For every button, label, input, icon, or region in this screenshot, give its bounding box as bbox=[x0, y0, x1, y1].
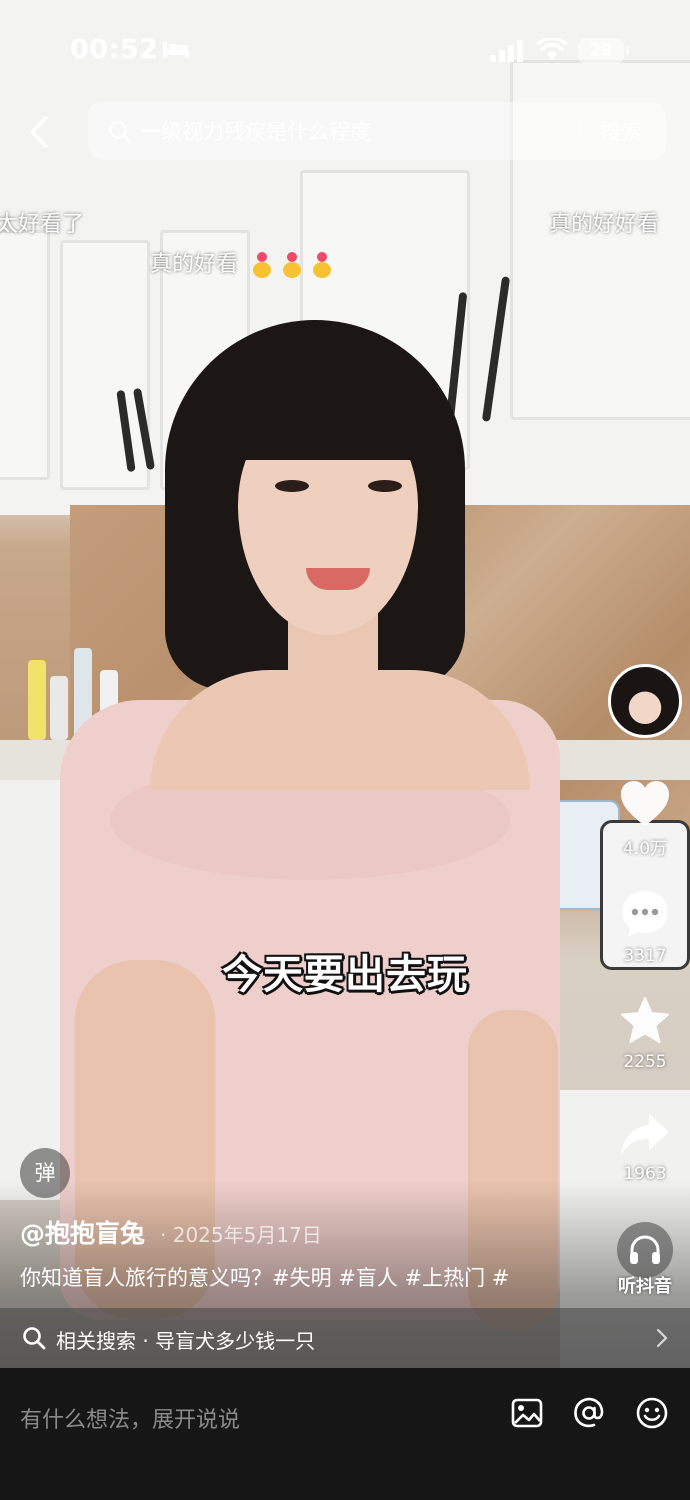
chevron-right-icon[interactable] bbox=[655, 1328, 669, 1348]
search-icon bbox=[109, 121, 132, 144]
search-icon bbox=[23, 1327, 46, 1350]
comment-icon bbox=[622, 891, 668, 937]
danmaku-comment: 真的好好看 bbox=[549, 212, 660, 237]
star-icon bbox=[621, 997, 669, 1043]
search-divider bbox=[580, 120, 581, 142]
post-caption[interactable]: 你知道盲人旅行的意义吗？#失明 #盲人 #上热门 # bbox=[20, 1262, 509, 1292]
at-icon[interactable] bbox=[572, 1396, 606, 1430]
author-avatar[interactable] bbox=[608, 664, 682, 738]
listen-circle bbox=[617, 1222, 673, 1278]
danmaku-text: 真的好看 bbox=[150, 252, 239, 277]
author-name[interactable]: @抱抱盲兔 bbox=[20, 1214, 145, 1250]
video-subtitle: 今天要出去玩 bbox=[222, 952, 468, 998]
status-bar: 00:52 29 bbox=[0, 0, 690, 100]
listen-button[interactable]: 听抖音 bbox=[604, 1222, 686, 1298]
sleep-bed-icon bbox=[163, 42, 189, 58]
share-arrow-icon bbox=[621, 1114, 669, 1155]
status-time: 00:52 bbox=[70, 34, 159, 65]
like-count: 4.0万 bbox=[622, 839, 668, 859]
image-icon[interactable] bbox=[510, 1396, 544, 1430]
like-button[interactable]: 4.0万 bbox=[604, 780, 686, 859]
wifi-icon bbox=[537, 38, 567, 60]
search-button[interactable]: 搜索 bbox=[600, 116, 642, 146]
favorite-button[interactable]: 2255 bbox=[604, 996, 686, 1072]
comment-input[interactable]: 有什么想法，展开说说 bbox=[20, 1402, 240, 1434]
search-query[interactable]: 一级视力残疾是什么程度 bbox=[140, 116, 371, 146]
search-bar[interactable]: 一级视力残疾是什么程度 搜索 bbox=[88, 102, 666, 160]
danmaku-toggle-button[interactable]: 弹 bbox=[20, 1148, 70, 1198]
comment-button[interactable]: 3317 bbox=[604, 888, 686, 966]
comment-count: 3317 bbox=[623, 946, 667, 966]
related-search-bar[interactable]: 相关搜索 · 导盲犬多少钱一只 bbox=[0, 1308, 690, 1368]
cellular-signal-icon bbox=[490, 40, 523, 62]
favorite-count: 2255 bbox=[623, 1052, 667, 1072]
post-date: · 2025年5月17日 bbox=[160, 1223, 322, 1247]
chevron-left-icon[interactable] bbox=[22, 112, 58, 152]
heart-icon bbox=[621, 781, 669, 826]
danmaku-comment-with-emoji: 真的好看 bbox=[150, 246, 335, 279]
headphones-icon bbox=[630, 1235, 660, 1264]
finger-heart-emoji-icon bbox=[283, 252, 302, 278]
finger-heart-emoji-icon bbox=[253, 252, 272, 278]
battery-indicator: 29 bbox=[578, 38, 629, 64]
related-search-text[interactable]: 相关搜索 · 导盲犬多少钱一只 bbox=[56, 1325, 315, 1354]
emoji-icon[interactable] bbox=[635, 1396, 669, 1430]
finger-heart-emoji-icon bbox=[313, 252, 332, 278]
danmaku-comment: 太好看了 bbox=[0, 212, 85, 237]
share-button[interactable]: 1963 bbox=[604, 1112, 686, 1184]
share-count: 1963 bbox=[623, 1164, 667, 1184]
comment-bar: 有什么想法，展开说说 bbox=[0, 1368, 690, 1500]
